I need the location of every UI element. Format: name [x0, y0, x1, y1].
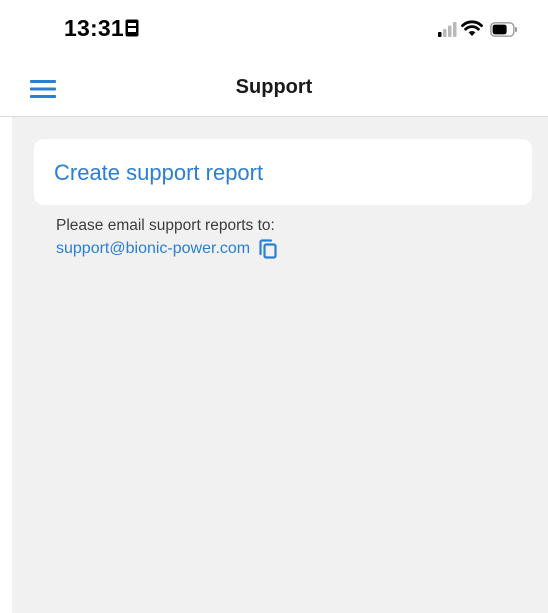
- page-title: Support: [235, 76, 313, 98]
- copy-icon[interactable]: [258, 239, 278, 259]
- create-support-report-button[interactable]: Create support report: [54, 160, 263, 186]
- battery-icon: [490, 22, 518, 42]
- support-content: Create support report Please email suppo…: [12, 117, 548, 613]
- nav-bar: Support: [0, 56, 548, 117]
- email-prompt-text: Please email support reports to:: [56, 217, 275, 234]
- status-bar: 13:31: [0, 0, 548, 56]
- support-email-row: support@bionic-power.com: [56, 238, 278, 260]
- status-time: 13:31: [64, 15, 124, 41]
- sim-card-icon: [125, 19, 139, 42]
- support-email-link[interactable]: support@bionic-power.com: [56, 240, 250, 258]
- hamburger-menu-icon[interactable]: [30, 78, 60, 100]
- screen: 13:31 Support Create support report Plea…: [0, 0, 548, 613]
- cellular-signal-icon: [438, 21, 457, 42]
- wifi-icon: [461, 19, 483, 42]
- create-report-card[interactable]: Create support report: [34, 139, 532, 205]
